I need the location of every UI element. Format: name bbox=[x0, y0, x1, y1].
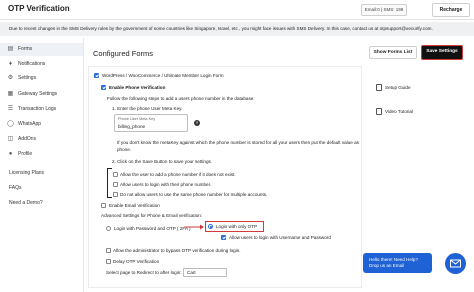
metakey-hint-line-2: phone. bbox=[117, 147, 132, 152]
enable-email-checkbox[interactable] bbox=[101, 203, 106, 208]
no-same-phone-checkbox[interactable] bbox=[113, 192, 118, 197]
redirect-page-select[interactable]: Cart bbox=[183, 268, 227, 277]
show-forms-list-button[interactable]: Show Forms List bbox=[369, 46, 417, 59]
sms-notice-banner: Due to recent changes in the SMS Deliver… bbox=[0, 22, 474, 36]
delay-otp-checkbox[interactable] bbox=[106, 259, 111, 264]
sidebar-item-addons[interactable]: ◫ AddOns bbox=[0, 133, 83, 146]
login-2fa-radio[interactable] bbox=[106, 226, 111, 231]
save-settings-button[interactable]: Save Settings bbox=[421, 45, 463, 60]
whatsapp-icon: ◯ bbox=[7, 121, 14, 127]
form-title: WordPress / WooCommerce / Ultimate Membe… bbox=[102, 73, 224, 78]
allow-username-password-label: Allow users to login with Username and P… bbox=[229, 235, 331, 240]
user-icon: ● bbox=[8, 151, 13, 157]
sidebar-item-forms[interactable]: ▤ Forms bbox=[0, 43, 83, 56]
sidebar-item-faqs[interactable]: FAQs bbox=[0, 182, 83, 195]
admin-bypass-label: Allow the administrator to bypass OTP ve… bbox=[113, 248, 241, 253]
metakey-hint-line-1: If you don't know the metaKey against wh… bbox=[117, 140, 359, 145]
balance-chip: Email:0 | SMS: 198 bbox=[361, 4, 407, 16]
login-2fa-label: Login with Password and OTP ( 2FA ) bbox=[114, 226, 191, 231]
allow-username-password-checkbox[interactable] bbox=[221, 235, 226, 240]
redirect-label: Select page to Redirect to after login: bbox=[106, 270, 182, 275]
sidebar-item-notifications[interactable]: ♦ Notifications bbox=[0, 58, 83, 71]
phone-meta-key-field[interactable]: Phone User Meta Key billing_phone bbox=[114, 114, 188, 132]
delay-otp-label: Delay OTP Verification bbox=[113, 259, 160, 264]
gateway-icon: ▦ bbox=[7, 91, 14, 97]
arrow-icon bbox=[184, 224, 204, 230]
sidebar: ▤ Forms ♦ Notifications ⚙ Settings ▦ Gat… bbox=[0, 38, 84, 292]
enable-phone-checkbox[interactable] bbox=[101, 85, 106, 90]
setup-guide-link[interactable]: Setup Guide bbox=[376, 84, 411, 91]
options-bracket bbox=[107, 168, 112, 198]
advanced-settings-title: Advanced Settings for Phone & Email veri… bbox=[101, 213, 203, 218]
sidebar-item-settings[interactable]: ⚙ Settings bbox=[0, 72, 83, 85]
top-bar: OTP Verification Email:0 | SMS: 198 Rech… bbox=[0, 0, 474, 20]
page-title: OTP Verification bbox=[8, 4, 70, 13]
login-only-otp-radio[interactable] bbox=[208, 224, 213, 229]
configured-forms-title: Configured Forms bbox=[93, 49, 154, 58]
phone-meta-key-label: Phone User Meta Key bbox=[118, 117, 156, 121]
sidebar-item-whatsapp[interactable]: ◯ WhatsApp bbox=[0, 118, 83, 131]
forms-icon: ▤ bbox=[7, 46, 14, 52]
video-tutorial-link[interactable]: Video Tutorial bbox=[376, 108, 413, 115]
enable-phone-label: Enable Phone Verification bbox=[109, 85, 166, 90]
allow-login-phone-checkbox[interactable] bbox=[113, 182, 118, 187]
follow-steps-text: Follow the following steps to add a user… bbox=[107, 96, 255, 101]
allow-add-phone-label: Allow the user to add a phone number if … bbox=[120, 172, 236, 177]
chat-line-2: Drop us an Email bbox=[369, 263, 405, 268]
allow-login-phone-label: Allow users to login with their phone nu… bbox=[120, 182, 212, 187]
step-2-text: 2. Click on the Save Button to save your… bbox=[112, 159, 213, 164]
admin-bypass-checkbox[interactable] bbox=[106, 248, 111, 253]
enable-email-label: Enable Email Verification bbox=[109, 203, 160, 208]
help-icon[interactable]: ? bbox=[194, 120, 200, 126]
login-only-otp-label: Login with only OTP bbox=[216, 224, 258, 229]
step-1-text: 1. Enter the phone User Meta Key. bbox=[112, 106, 183, 111]
recharge-button[interactable]: Recharge bbox=[432, 3, 470, 17]
mail-icon bbox=[450, 259, 461, 268]
addons-icon: ◫ bbox=[7, 136, 14, 142]
form-enable-checkbox[interactable] bbox=[94, 73, 99, 78]
help-chat-bubble[interactable]: Hello there! Need Help? Drop us an Email bbox=[363, 253, 432, 273]
gear-icon: ⚙ bbox=[7, 75, 14, 81]
redirect-page-value: Cart bbox=[187, 270, 196, 275]
chat-open-button[interactable] bbox=[445, 253, 466, 274]
logs-icon: ☰ bbox=[7, 106, 14, 112]
document-icon bbox=[376, 84, 382, 91]
sidebar-item-licensing-plans[interactable]: Licensing Plans bbox=[0, 167, 83, 180]
video-icon bbox=[376, 108, 382, 115]
sidebar-item-gateway-settings[interactable]: ▦ Gateway Settings bbox=[0, 88, 83, 101]
sidebar-item-profile[interactable]: ● Profile bbox=[0, 148, 83, 161]
bell-icon: ♦ bbox=[8, 61, 13, 67]
allow-add-phone-checkbox[interactable] bbox=[113, 172, 118, 177]
phone-meta-key-value: billing_phone bbox=[118, 124, 146, 129]
no-same-phone-label: Do not allow users to use the same phone… bbox=[120, 192, 268, 197]
sidebar-item-need-a-demo[interactable]: Need a Demo? bbox=[0, 197, 83, 210]
sidebar-item-transaction-logs[interactable]: ☰ Transaction Logs bbox=[0, 103, 83, 116]
